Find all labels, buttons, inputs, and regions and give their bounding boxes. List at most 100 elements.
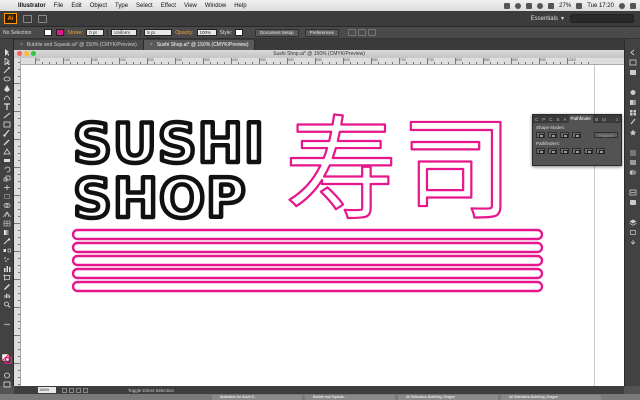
- menu-type[interactable]: Type: [111, 3, 132, 9]
- pink-stripe[interactable]: [71, 254, 544, 267]
- menu-select[interactable]: Select: [132, 3, 157, 9]
- symbols-panel-icon[interactable]: [629, 123, 637, 136]
- merge-button[interactable]: [560, 148, 569, 154]
- screen-mode-icon[interactable]: [3, 375, 11, 388]
- dock-item[interactable]: Bubble and Squeak...: [305, 394, 395, 400]
- artboards-panel-icon[interactable]: [629, 223, 637, 235]
- slice-tool-icon[interactable]: [3, 277, 11, 290]
- next-artboard-button[interactable]: [76, 387, 81, 393]
- libraries-panel-icon[interactable]: [629, 63, 637, 75]
- pink-stripe[interactable]: [71, 280, 544, 293]
- horizontal-ruler[interactable]: 50 100 150 200 250 300 350 400 450 500 550 600 650 70…: [21, 58, 624, 65]
- panel-tab-pathfinder[interactable]: Pathfinder: [568, 115, 594, 123]
- type-tool-icon[interactable]: [3, 97, 11, 110]
- expand-panels-icon[interactable]: [629, 43, 637, 56]
- dock-item[interactable]: All Selections Bubbling, Dragon: [501, 394, 601, 400]
- kanji-kotobuki[interactable]: 寿: [284, 105, 398, 237]
- menu-file[interactable]: File: [50, 3, 68, 9]
- zoom-tool-icon[interactable]: [3, 295, 11, 308]
- panel-tab-a[interactable]: A: [562, 117, 569, 122]
- opacity-field[interactable]: 100%: [196, 29, 217, 36]
- mesh-tool-icon[interactable]: [3, 214, 11, 227]
- stroke-swatch[interactable]: [56, 29, 65, 36]
- panel-menu-icon[interactable]: ≡: [613, 117, 621, 122]
- arrange-documents-icon[interactable]: [38, 14, 47, 23]
- minus-front-button[interactable]: [548, 132, 557, 138]
- bridge-icon[interactable]: [23, 14, 32, 23]
- search-help-input[interactable]: [570, 14, 634, 23]
- sushi-text[interactable]: SUSHI SHOP: [71, 110, 266, 233]
- close-icon[interactable]: ×: [20, 42, 23, 48]
- artboard-tool-icon[interactable]: [3, 268, 11, 281]
- properties-panel-icon[interactable]: [629, 53, 637, 66]
- lasso-tool-icon[interactable]: [3, 70, 11, 82]
- previous-artboard-button[interactable]: [69, 387, 74, 393]
- width-tool-icon[interactable]: [3, 178, 11, 190]
- pencil-tool-icon[interactable]: [3, 133, 11, 146]
- edit-toolbar-icon[interactable]: [3, 315, 11, 326]
- tab-bubble-and-squeak[interactable]: × Bubble and Squeak.ai* @ 150% (CMYK/Pre…: [14, 40, 144, 50]
- shaper-tool-icon[interactable]: [3, 142, 11, 155]
- free-transform-tool-icon[interactable]: [3, 187, 11, 199]
- paintbrush-tool-icon[interactable]: [3, 124, 11, 137]
- expand-button[interactable]: Expand: [594, 132, 618, 138]
- document-setup-button[interactable]: Document Setup: [255, 28, 299, 37]
- stroke-panel-icon[interactable]: [629, 143, 637, 156]
- gradient-tool-icon[interactable]: [3, 223, 11, 235]
- transparency-panel-icon[interactable]: [629, 163, 637, 175]
- intersect-button[interactable]: [560, 132, 569, 138]
- column-graph-tool-icon[interactable]: [3, 259, 11, 272]
- blend-tool-icon[interactable]: [3, 241, 11, 253]
- perspective-grid-tool-icon[interactable]: [2, 205, 12, 218]
- last-artboard-button[interactable]: [83, 387, 88, 393]
- sync-icon[interactable]: [515, 2, 522, 9]
- pink-stripe[interactable]: [71, 228, 544, 241]
- shop-word[interactable]: SHOP: [71, 165, 248, 233]
- layers-panel-icon[interactable]: [629, 213, 637, 226]
- vertical-ruler[interactable]: [14, 58, 21, 386]
- kanji-tsukasa[interactable]: 司: [400, 105, 514, 237]
- sushi-word[interactable]: SUSHI: [71, 110, 266, 178]
- fill-stroke-swatches[interactable]: [1, 351, 13, 365]
- opacity-label[interactable]: Opacity:: [172, 30, 196, 36]
- eraser-tool-icon[interactable]: [3, 151, 11, 162]
- minus-back-button[interactable]: [596, 148, 605, 154]
- pink-stripe[interactable]: [71, 241, 544, 254]
- menu-app-name[interactable]: Illustrator: [14, 3, 50, 9]
- menu-help[interactable]: Help: [230, 3, 250, 9]
- menu-object[interactable]: Object: [86, 3, 111, 9]
- fill-swatch[interactable]: [44, 29, 53, 36]
- panel-tab-b[interactable]: B: [593, 117, 600, 122]
- panel-tab-c[interactable]: C: [533, 117, 540, 122]
- pen-tool-icon[interactable]: [3, 79, 11, 92]
- creative-cloud-icon[interactable]: [504, 2, 511, 9]
- gradient-panel-icon[interactable]: [629, 153, 637, 165]
- swatches-panel-icon[interactable]: [629, 103, 637, 116]
- scale-tool-icon[interactable]: [3, 169, 11, 182]
- first-artboard-button[interactable]: [62, 387, 67, 393]
- menu-view[interactable]: View: [180, 3, 201, 9]
- status-text[interactable]: Toggle Direct Selection: [128, 388, 174, 393]
- asset-export-icon[interactable]: [629, 233, 637, 245]
- menu-effect[interactable]: Effect: [157, 3, 180, 9]
- battery-percent[interactable]: 27%: [559, 3, 571, 9]
- wifi-icon[interactable]: [537, 2, 544, 9]
- unite-button[interactable]: [536, 132, 545, 138]
- graphic-style-swatch[interactable]: [235, 29, 244, 36]
- kanji-text[interactable]: 寿 司: [284, 105, 514, 237]
- notification-center-icon[interactable]: [630, 2, 636, 9]
- eyedropper-tool-icon[interactable]: [3, 232, 11, 245]
- curvature-tool-icon[interactable]: [3, 88, 11, 101]
- menu-edit[interactable]: Edit: [67, 3, 85, 9]
- shape-builder-tool-icon[interactable]: [3, 196, 11, 208]
- spotlight-icon[interactable]: [619, 2, 625, 9]
- brush-definition-field[interactable]: 5 pt. Round: [144, 29, 173, 41]
- direct-selection-tool-icon[interactable]: [3, 52, 11, 66]
- stroke-weight-field[interactable]: 0 pt: [86, 29, 105, 36]
- draw-mode-icon[interactable]: [3, 366, 11, 379]
- dock-item[interactable]: All Selections Bubbling, Dragon: [398, 394, 498, 400]
- workspace-switcher[interactable]: Essentials ▾: [531, 15, 570, 23]
- divide-button[interactable]: [536, 148, 545, 154]
- hand-tool-icon[interactable]: [3, 286, 11, 298]
- close-icon[interactable]: ×: [150, 42, 153, 48]
